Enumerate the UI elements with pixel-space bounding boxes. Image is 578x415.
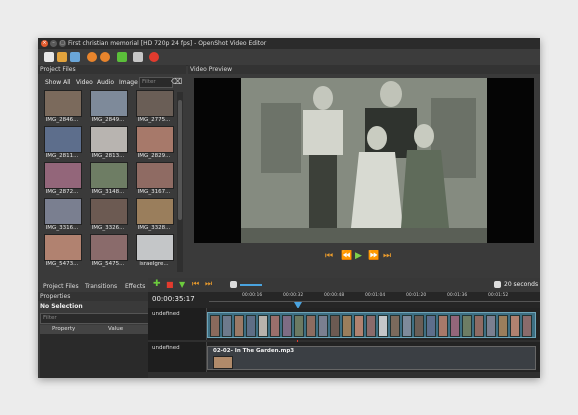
column-value[interactable]: Value [108, 326, 123, 332]
filter-image[interactable]: Image [119, 79, 138, 86]
play-icon[interactable]: ▶ [355, 251, 362, 261]
title-bar: × – □ First christian memorial [HD 720p … [38, 38, 540, 49]
file-thumbnail[interactable]: israelgre... [136, 234, 174, 268]
timeline-track-audio[interactable]: undefined 02-02- In The Garden.mp3 [148, 342, 540, 372]
ruler-tick-label: 00:00:48 [324, 293, 345, 298]
zoom-in-icon[interactable] [494, 281, 501, 288]
add-track-button-icon[interactable]: ✚ [153, 279, 161, 289]
file-thumbnail[interactable]: IMG_2775... [136, 90, 174, 124]
fast-forward-icon[interactable]: ⏩ [368, 251, 379, 261]
clear-filter-icon[interactable]: ⌫ [171, 77, 182, 86]
add-marker-icon[interactable]: ▼ [179, 280, 185, 289]
snap-icon[interactable]: ■ [166, 280, 174, 289]
timecode-display: 00:00:35:17 [152, 295, 195, 303]
file-thumbnail[interactable]: IMG_3148... [90, 162, 128, 196]
tab-effects[interactable]: Effects [125, 283, 145, 290]
file-thumbnail[interactable]: IMG_2811... [44, 126, 82, 160]
tab-project-files[interactable]: Project Files [43, 283, 79, 290]
video-frame-image [241, 78, 487, 243]
image-clips-strip[interactable] [207, 312, 536, 338]
video-canvas[interactable] [194, 78, 534, 243]
video-preview-header: Video Preview [188, 65, 540, 74]
properties-title: Properties [40, 293, 71, 300]
audio-clip[interactable]: 02-02- In The Garden.mp3 [207, 346, 536, 370]
project-files-scrollbar[interactable] [177, 92, 183, 272]
file-thumbnail[interactable]: IMG_3328... [136, 198, 174, 232]
project-files-title: Project Files [40, 66, 76, 73]
jump-next-marker-icon[interactable]: ⏭ [205, 279, 212, 289]
column-property[interactable]: Property [52, 326, 75, 332]
new-project-icon[interactable] [44, 52, 54, 62]
zoom-slider[interactable] [240, 284, 262, 286]
app-window: × – □ First christian memorial [HD 720p … [38, 38, 540, 378]
close-window-button[interactable]: × [41, 40, 48, 47]
timeline-track-video[interactable]: undefined [148, 308, 540, 340]
record-icon[interactable] [149, 52, 159, 62]
file-thumbnail[interactable]: IMG_3326... [90, 198, 128, 232]
track-header: undefined [148, 342, 207, 372]
file-thumbnail[interactable]: IMG_5473... [44, 234, 82, 268]
minimize-window-button[interactable]: – [50, 40, 57, 47]
tab-transitions[interactable]: Transitions [85, 283, 117, 290]
ruler-tick-label: 00:01:36 [447, 293, 468, 298]
file-thumbnail[interactable]: IMG_2849... [90, 90, 128, 124]
file-thumbnail[interactable]: IMG_2813... [90, 126, 128, 160]
export-icon[interactable] [133, 52, 143, 62]
open-project-icon[interactable] [57, 52, 67, 62]
project-files-header: Project Files [38, 65, 186, 74]
timeline-toolbar: ✚ ■ ▼ ⏮ ⏭ 20 seconds [148, 278, 540, 292]
video-preview-title: Video Preview [190, 66, 233, 73]
window-title: First christian memorial [HD 720p 24 fps… [68, 40, 267, 47]
undo-icon[interactable] [87, 52, 97, 62]
redo-icon[interactable] [100, 52, 110, 62]
main-toolbar [38, 49, 540, 66]
video-preview-panel: Video Preview ⏮ ⏪ ▶ ⏩ ⏭ [188, 65, 540, 278]
file-thumbnail[interactable]: IMG_2829... [136, 126, 174, 160]
file-thumbnail[interactable]: IMG_2872... [44, 162, 82, 196]
maximize-window-button[interactable]: □ [59, 40, 66, 47]
selection-label: No Selection [40, 303, 83, 310]
audio-clip-thumbnail [213, 356, 233, 369]
file-thumbnail[interactable]: IMG_3167... [136, 162, 174, 196]
playback-controls: ⏮ ⏪ ▶ ⏩ ⏭ [188, 249, 540, 263]
thumbnail-grid: IMG_2846... IMG_2849... IMG_2775... IMG_… [44, 90, 178, 272]
filter-audio[interactable]: Audio [97, 79, 114, 86]
save-project-icon[interactable] [70, 52, 80, 62]
timeline-ruler[interactable]: 00:00:35:17 00:00:16 00:00:32 00:00:48 0… [148, 292, 540, 308]
jump-start-icon[interactable]: ⏮ [325, 251, 333, 261]
project-files-filter-input[interactable]: Filter [139, 77, 173, 88]
track-header: undefined [148, 308, 207, 340]
file-thumbnail[interactable]: IMG_3316... [44, 198, 82, 232]
timeline-panel: ✚ ■ ▼ ⏮ ⏭ 20 seconds 00:00:35:17 00:00:1… [148, 278, 540, 378]
file-thumbnail[interactable]: IMG_5475... [90, 234, 128, 268]
ruler-tick-label: 00:01:52 [488, 293, 509, 298]
ruler-tick-label: 00:01:04 [365, 293, 386, 298]
file-thumbnail[interactable]: IMG_2846... [44, 90, 82, 124]
project-files-panel: Project Files Show All Video Audio Image… [38, 65, 186, 292]
ruler-tick-label: 00:01:20 [406, 293, 427, 298]
jump-end-icon[interactable]: ⏭ [383, 251, 391, 261]
zoom-out-icon[interactable] [230, 281, 237, 288]
filter-show-all[interactable]: Show All [45, 79, 71, 86]
rewind-icon[interactable]: ⏪ [341, 251, 352, 261]
project-files-filter-bar: Show All Video Audio Image Filter ⌫ [38, 74, 186, 90]
audio-clip-label: 02-02- In The Garden.mp3 [213, 348, 295, 354]
jump-prev-marker-icon[interactable]: ⏮ [192, 279, 199, 289]
add-track-icon[interactable] [117, 52, 127, 62]
ruler-tick-label: 00:00:32 [283, 293, 304, 298]
filter-video[interactable]: Video [76, 79, 93, 86]
zoom-duration-label: 20 seconds [504, 281, 539, 288]
ruler-tick-label: 00:00:16 [242, 293, 263, 298]
